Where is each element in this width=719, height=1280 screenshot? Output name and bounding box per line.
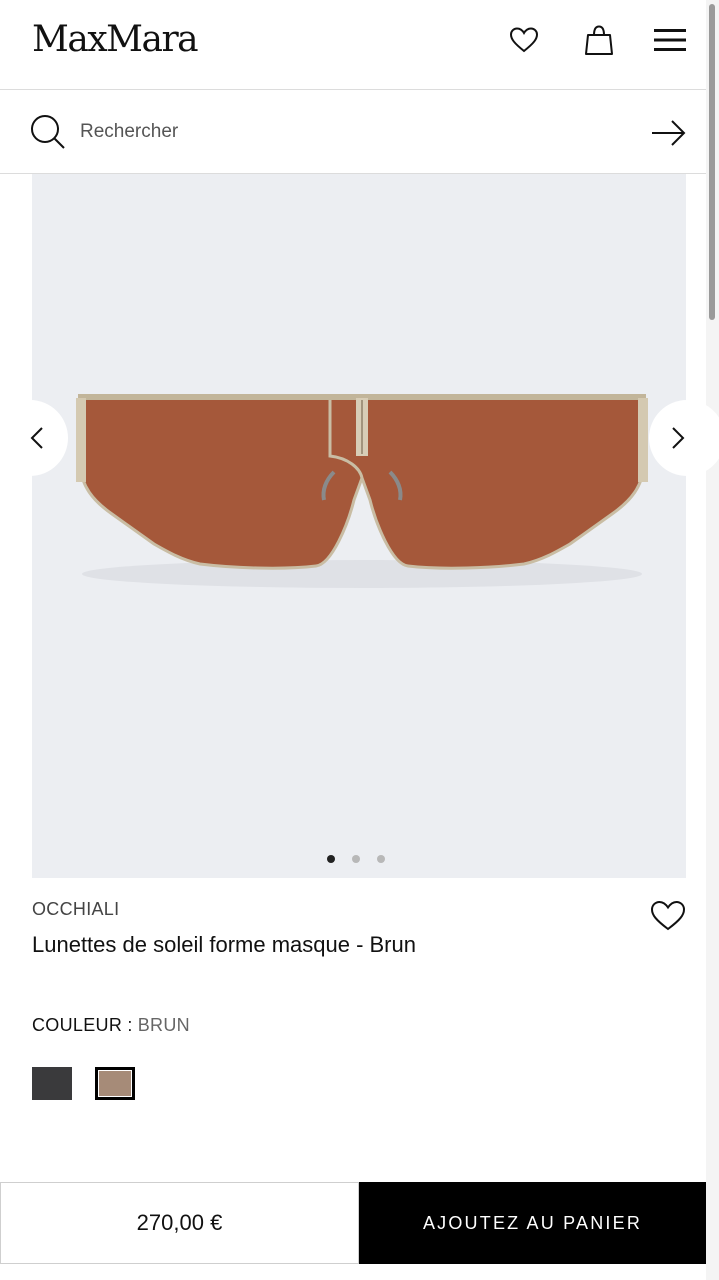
gallery-pagination	[327, 855, 385, 863]
add-to-cart-button[interactable]: AJOUTEZ AU PANIER	[359, 1182, 706, 1264]
sunglasses-product-image	[76, 394, 648, 588]
color-value: BRUN	[137, 1015, 190, 1035]
color-selector-label: COULEUR : BRUN	[32, 1015, 190, 1036]
pagination-dot-3[interactable]	[377, 855, 385, 863]
product-title: Lunettes de soleil forme masque - Brun	[32, 932, 416, 957]
add-to-wishlist-heart-icon[interactable]	[650, 900, 686, 937]
pagination-dot-1[interactable]	[327, 855, 335, 863]
shopping-bag-icon[interactable]	[579, 20, 619, 60]
chevron-left-icon	[30, 427, 43, 449]
purchase-bar: 270,00 € AJOUTEZ AU PANIER	[0, 1182, 706, 1264]
color-swatch-brown[interactable]	[95, 1067, 135, 1100]
hamburger-menu-icon[interactable]	[650, 20, 690, 60]
header: MaxMara	[0, 0, 706, 90]
color-swatch-black[interactable]	[32, 1067, 72, 1100]
search-icon[interactable]	[30, 114, 66, 155]
color-label: COULEUR :	[32, 1015, 133, 1035]
pagination-dot-2[interactable]	[352, 855, 360, 863]
product-image-gallery[interactable]	[32, 174, 686, 878]
scrollbar-thumb[interactable]	[709, 4, 715, 320]
wishlist-heart-icon[interactable]	[504, 20, 544, 60]
arrow-right-icon[interactable]	[650, 116, 686, 155]
chevron-right-icon	[672, 427, 685, 449]
gallery-next-button[interactable]	[649, 400, 719, 476]
product-category: OCCHIALI	[32, 899, 120, 919]
search-input[interactable]	[80, 112, 620, 152]
maxmara-logo[interactable]: MaxMara	[32, 16, 199, 64]
product-price: 270,00 €	[0, 1182, 359, 1264]
